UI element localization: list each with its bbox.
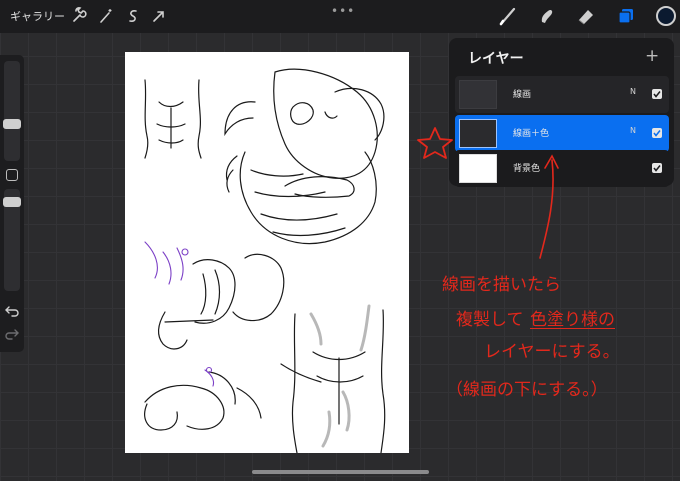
drawing-canvas[interactable] [125, 52, 409, 453]
more-dots-icon[interactable]: ••• [331, 4, 355, 18]
brush-size-slider[interactable] [3, 61, 21, 161]
brush-size-thumb[interactable] [3, 119, 21, 129]
transform-arrow-icon[interactable] [150, 7, 168, 25]
brush-icon[interactable] [497, 5, 519, 27]
opacity-slider[interactable] [3, 189, 21, 291]
layer-visibility-checkbox[interactable] [652, 128, 662, 138]
magic-wand-icon[interactable] [97, 7, 115, 25]
layer-name: 線画 [513, 90, 532, 100]
annotation-line-2: 複製して [456, 310, 524, 330]
top-toolbar: ギャラリー ••• [0, 0, 680, 33]
layer-row-background-color[interactable]: 背景色 [455, 150, 669, 187]
modifier-button[interactable] [6, 169, 18, 181]
annotation-line-1: 線画を描いたら [442, 275, 561, 295]
layer-visibility-checkbox[interactable] [652, 163, 662, 173]
annotation-line-4: レイヤーにする。 [484, 342, 620, 362]
star-marker-icon [417, 127, 453, 159]
layer-row-line-art-color[interactable]: 線画＋色 N [455, 115, 669, 152]
selection-icon[interactable] [124, 7, 142, 25]
line-art-sketch [144, 68, 386, 453]
left-sidebar [0, 55, 24, 352]
layer-visibility-checkbox[interactable] [652, 89, 662, 99]
add-layer-button[interactable]: + [645, 46, 659, 66]
blend-mode-button[interactable]: N [630, 87, 636, 96]
layers-panel: レイヤー + 線画 N 線画＋色 N 背景色 [449, 38, 674, 187]
color-picker-button[interactable] [656, 6, 676, 26]
layer-name: 背景色 [513, 164, 541, 174]
smudge-icon[interactable] [536, 5, 558, 27]
layer-thumbnail [459, 80, 497, 109]
blend-mode-button[interactable]: N [630, 126, 636, 135]
wrench-icon[interactable] [70, 7, 88, 25]
layer-name: 線画＋色 [513, 129, 550, 139]
eraser-icon[interactable] [575, 5, 597, 27]
undo-icon[interactable] [4, 303, 20, 317]
gallery-button[interactable]: ギャラリー [10, 8, 65, 24]
home-indicator[interactable] [252, 470, 429, 474]
layers-icon[interactable] [615, 5, 637, 27]
annotation-line-3: 色塗り様の [530, 310, 615, 330]
layer-thumbnail [459, 154, 497, 183]
layers-panel-title: レイヤー [468, 51, 524, 67]
opacity-thumb[interactable] [3, 197, 21, 207]
redo-icon[interactable] [4, 326, 20, 340]
layer-row-line-art[interactable]: 線画 N [455, 76, 669, 113]
annotation-line-5: （線画の下にする。） [446, 380, 608, 400]
layer-thumbnail [459, 119, 497, 148]
